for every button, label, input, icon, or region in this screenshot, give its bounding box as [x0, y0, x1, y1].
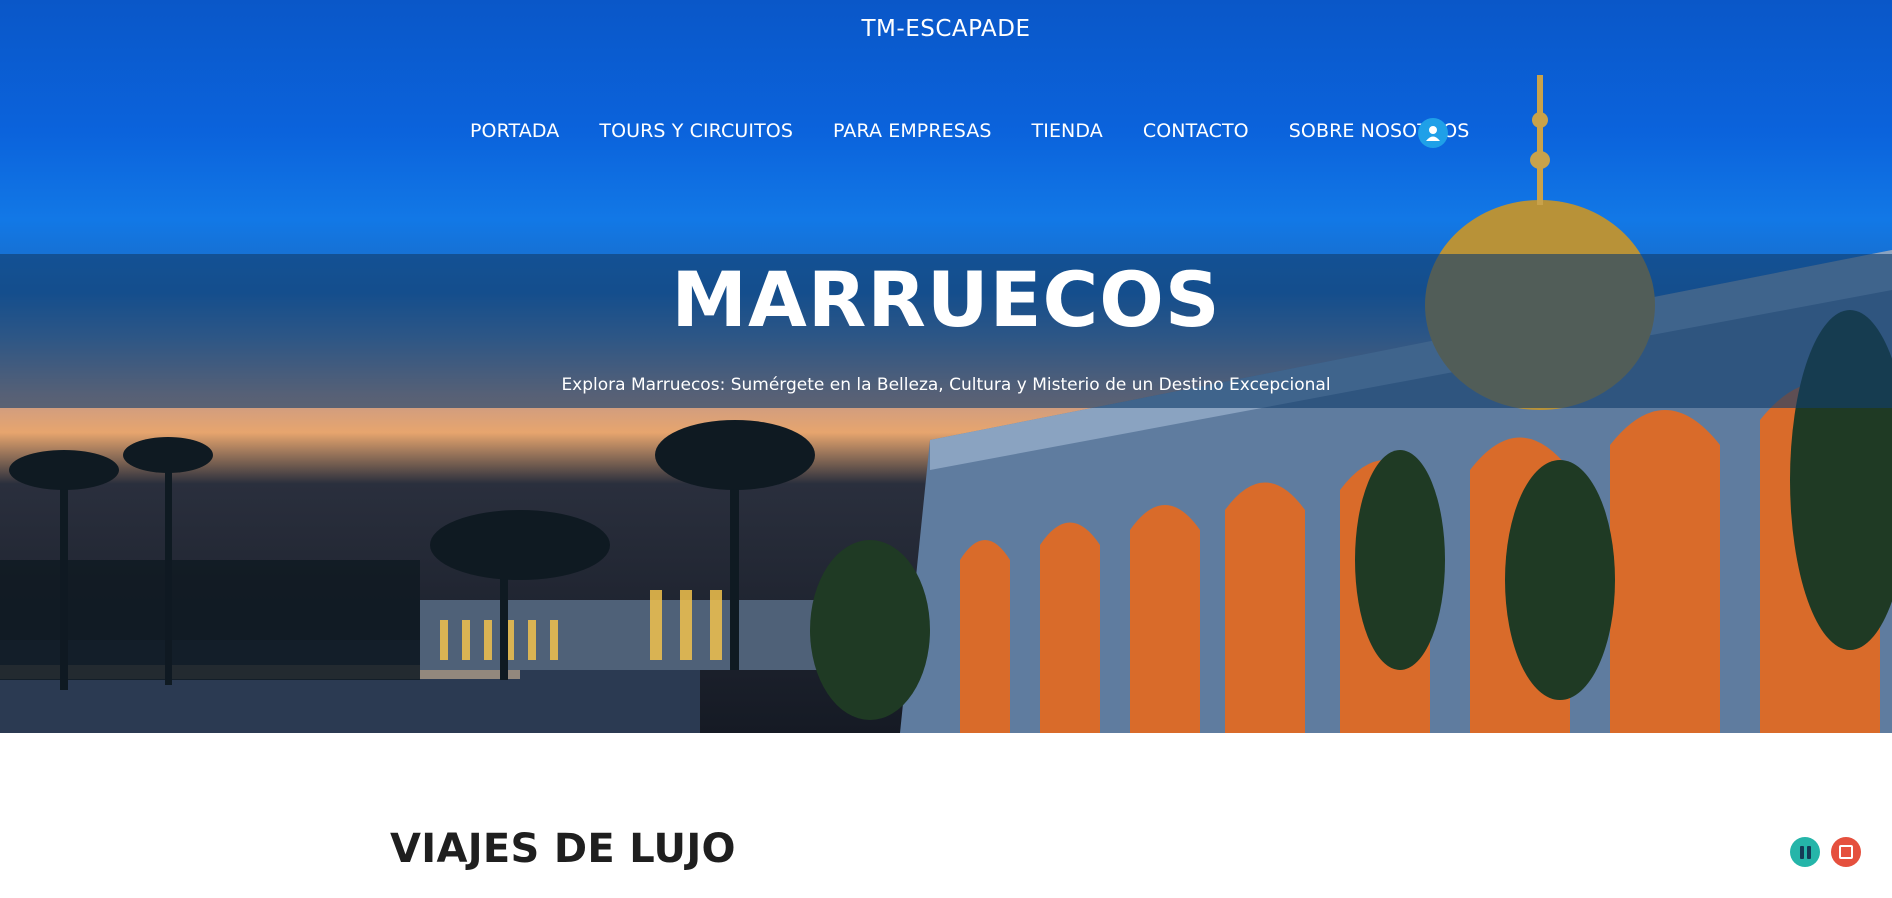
user-account-icon	[1426, 126, 1440, 141]
hero-title: MARRUECOS	[671, 255, 1221, 344]
nav-item-contacto[interactable]: CONTACTO	[1143, 120, 1249, 142]
stop-icon	[1839, 845, 1853, 859]
nav-item-portada[interactable]: PORTADA	[470, 120, 559, 142]
hero-subtitle: Explora Marruecos: Sumérgete en la Belle…	[561, 375, 1331, 395]
main-navigation: PORTADA TOURS Y CIRCUITOS PARA EMPRESAS …	[470, 120, 1509, 142]
pause-icon	[1798, 845, 1812, 859]
section-heading: VIAJES DE LUJO	[390, 826, 736, 872]
user-account-button[interactable]	[1418, 118, 1448, 148]
nav-item-para-empresas[interactable]: PARA EMPRESAS	[833, 120, 992, 142]
nav-item-tienda[interactable]: TIENDA	[1032, 120, 1103, 142]
nav-item-tours-y-circuitos[interactable]: TOURS Y CIRCUITOS	[599, 120, 793, 142]
site-title[interactable]: TM-ESCAPADE	[0, 16, 1892, 42]
stop-button[interactable]	[1831, 837, 1861, 867]
hero-section: TM-ESCAPADE PORTADA TOURS Y CIRCUITOS PA…	[0, 0, 1892, 733]
pause-button[interactable]	[1790, 837, 1820, 867]
